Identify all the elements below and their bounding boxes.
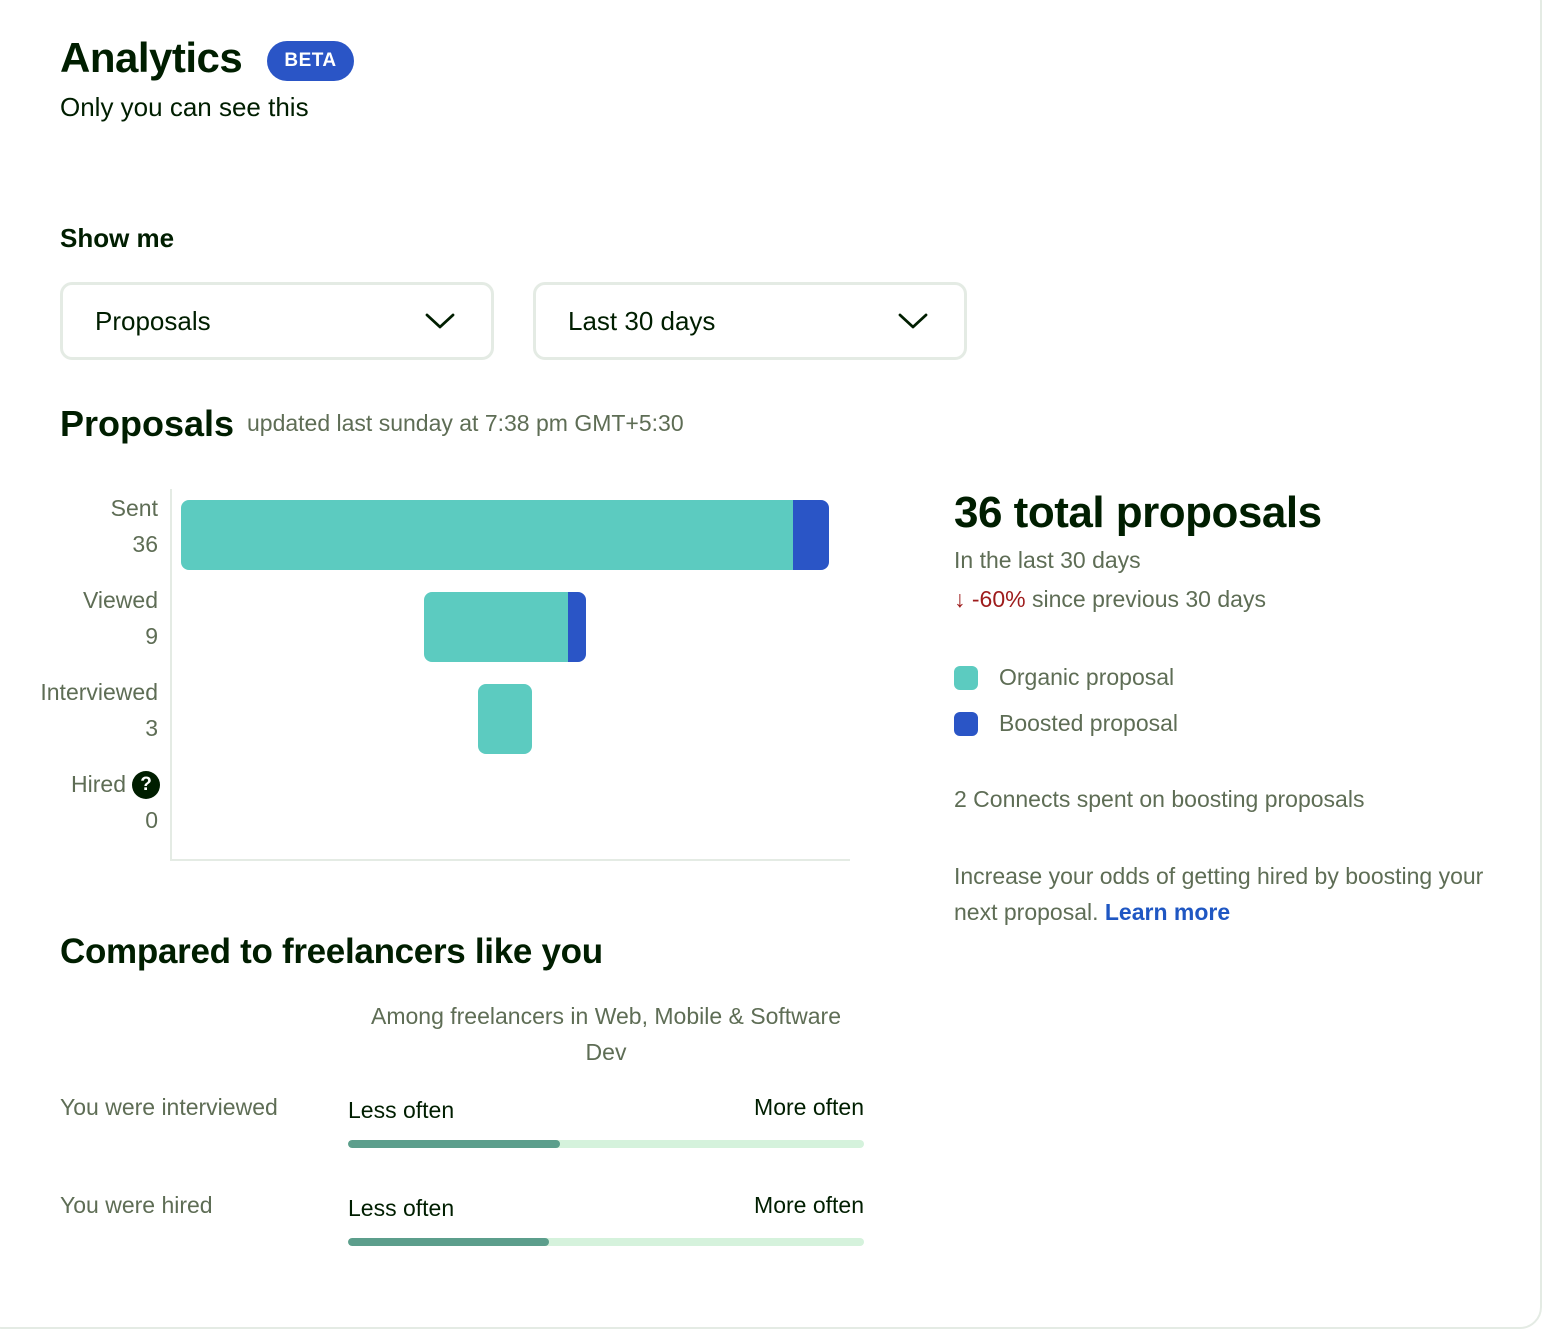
less-often-label: Less often (348, 1097, 455, 1123)
legend-item-boosted: Boosted proposal (954, 710, 1178, 737)
comparison-bar-fill (348, 1238, 550, 1246)
question-circle-icon[interactable]: ? (132, 771, 160, 799)
funnel-bar-seam (560, 592, 568, 662)
funnel-bar-seam (568, 592, 576, 662)
chevron-down-icon (425, 313, 455, 329)
learn-more-link[interactable]: Learn more (1105, 899, 1230, 925)
chart-category-label: Sent (110, 495, 158, 521)
change-indicator: ↓ -60% since previous 30 days (954, 586, 1266, 613)
chevron-down-icon (898, 313, 928, 329)
comparison-bar-fill (348, 1140, 560, 1148)
comparison-subtitle: Among freelancers in Web, Mobile & Softw… (370, 1003, 842, 1065)
chart-category-value: 3 (145, 715, 158, 741)
arrow-down-icon: ↓ (954, 586, 966, 612)
more-often-label: More often (754, 1094, 864, 1120)
funnel-bar-sent-organic (181, 500, 793, 570)
connects-spent: 2 Connects spent on boosting proposals (954, 786, 1365, 812)
chart-category-label: Hired? (71, 766, 160, 802)
chart-category-label: Interviewed (40, 679, 158, 705)
total-proposals: 36 total proposals (954, 488, 1322, 537)
funnel-bar-seam (785, 500, 793, 570)
legend-swatch (954, 711, 978, 736)
less-often-label: Less often (348, 1195, 455, 1221)
boost-tip: Increase your odds of getting hired by b… (954, 858, 1514, 930)
funnel-bar-interviewed-organic (478, 684, 532, 754)
comparison-row-label: You were interviewed (60, 1094, 278, 1120)
legend-swatch (954, 665, 978, 690)
hired-comparison-bar (348, 1238, 864, 1246)
beta-badge: BETA (267, 41, 354, 81)
chart-category-value: 36 (132, 531, 158, 557)
period-text: In the last 30 days (954, 547, 1141, 573)
funnel-bar-viewed-organic (424, 592, 568, 662)
updated-timestamp: updated last sunday at 7:38 pm GMT+5:30 (247, 410, 684, 436)
chart-category-label: Viewed (82, 587, 158, 613)
proposals-funnel-chart (181, 500, 829, 754)
funnel-bar-seam (793, 500, 801, 570)
comparison-title: Compared to freelancers like you (60, 932, 603, 971)
chart-x-axis (170, 859, 850, 861)
legend-label: Organic proposal (999, 664, 1175, 690)
interviewed-comparison-bar (348, 1140, 864, 1148)
legend-label: Boosted proposal (999, 710, 1179, 736)
change-text: since previous 30 days (1031, 586, 1266, 612)
chart-category-value: 0 (145, 807, 158, 833)
chart-category-value: 9 (145, 623, 158, 649)
period-select-value: Last 30 days (568, 305, 716, 336)
chart-category-labels: Sent 36 Viewed 9 Interviewed 3 Hired? 0 (0, 0, 160, 1342)
more-often-label: More often (754, 1192, 864, 1218)
comparison-row-label: You were hired (60, 1192, 213, 1218)
period-select[interactable]: Last 30 days (533, 282, 967, 360)
legend-item-organic: Organic proposal (954, 664, 1174, 691)
change-value: -60% (971, 586, 1026, 612)
